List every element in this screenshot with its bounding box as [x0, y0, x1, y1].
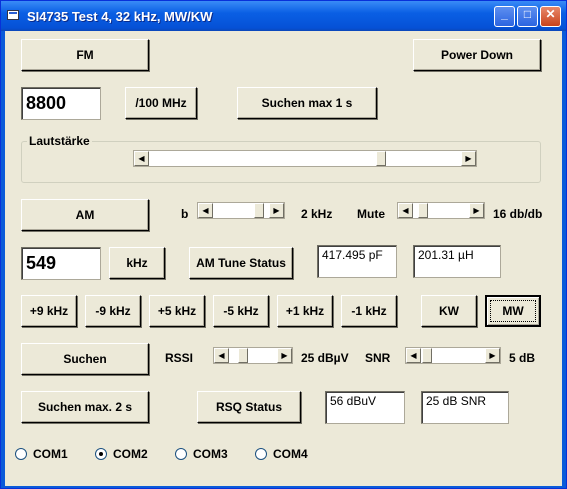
radio-circle-icon[interactable] — [255, 448, 267, 460]
radio-circle-icon[interactable] — [15, 448, 27, 460]
app-icon — [7, 10, 19, 20]
close-button[interactable]: ✕ — [540, 6, 561, 27]
scroll-left-icon[interactable]: ◀ — [198, 203, 213, 218]
scroll-right-icon[interactable]: ▶ — [277, 348, 292, 363]
scroll-left-icon[interactable]: ◀ — [406, 348, 421, 363]
scroll-right-icon[interactable]: ▶ — [461, 151, 476, 166]
mw-button[interactable]: MW — [485, 295, 541, 327]
fm-frequency-field[interactable]: 8800 — [21, 87, 101, 120]
snr-value: 5 dB — [509, 351, 536, 365]
radio-com2[interactable]: COM2 — [95, 447, 148, 461]
rssi-label: RSSI — [165, 351, 194, 365]
am-tune-status-button[interactable]: AM Tune Status — [189, 247, 293, 279]
radio-com4-label: COM4 — [273, 447, 308, 461]
volume-thumb[interactable] — [376, 151, 386, 166]
minimize-button[interactable]: _ — [494, 6, 515, 27]
mute-label: Mute — [357, 207, 385, 221]
radio-com1-label: COM1 — [33, 447, 68, 461]
snr-label: SNR — [365, 351, 391, 365]
mute-value: 16 db/db — [493, 207, 543, 221]
scroll-right-icon[interactable]: ▶ — [485, 348, 500, 363]
main-window: SI4735 Test 4, 32 kHz, MW/KW _ □ ✕ FM Po… — [0, 0, 567, 489]
scroll-left-icon[interactable]: ◀ — [134, 151, 149, 166]
am-button[interactable]: AM — [21, 199, 149, 231]
title-bar[interactable]: SI4735 Test 4, 32 kHz, MW/KW _ □ ✕ — [1, 1, 566, 31]
volume-scrollbar[interactable]: ◀ ▶ — [133, 150, 477, 167]
div100-mhz-button[interactable]: /100 MHz — [125, 87, 197, 119]
rssi-thumb[interactable] — [238, 348, 248, 363]
radio-selected-icon[interactable] — [95, 448, 107, 460]
plus-9-khz-button[interactable]: +9 kHz — [21, 295, 77, 327]
khz-button[interactable]: kHz — [109, 247, 165, 279]
radio-com3[interactable]: COM3 — [175, 447, 228, 461]
window-title: SI4735 Test 4, 32 kHz, MW/KW — [27, 9, 213, 24]
rssi-field[interactable]: 56 dBuV — [325, 391, 405, 424]
minus-5-khz-button[interactable]: -5 kHz — [213, 295, 269, 327]
rssi-value: 25 dBµV — [301, 351, 349, 365]
fm-button[interactable]: FM — [21, 39, 149, 71]
scroll-right-icon[interactable]: ▶ — [269, 203, 284, 218]
maximize-button[interactable]: □ — [517, 6, 538, 27]
bandwidth-value: 2 kHz — [301, 207, 333, 221]
snr-scrollbar[interactable]: ◀ ▶ — [405, 347, 501, 364]
client-area: FM Power Down 8800 /100 MHz Suchen max 1… — [5, 31, 562, 486]
radio-com2-label: COM2 — [113, 447, 148, 461]
volume-group-title: Lautstärke — [27, 134, 92, 148]
radio-com3-label: COM3 — [193, 447, 228, 461]
rssi-scrollbar[interactable]: ◀ ▶ — [213, 347, 293, 364]
radio-com4[interactable]: COM4 — [255, 447, 308, 461]
search-1s-button[interactable]: Suchen max 1 s — [237, 87, 377, 119]
capacitance-field[interactable]: 417.495 pF — [317, 245, 397, 278]
scroll-left-icon[interactable]: ◀ — [398, 203, 413, 218]
power-down-button[interactable]: Power Down — [413, 39, 541, 71]
radio-circle-icon[interactable] — [175, 448, 187, 460]
plus-5-khz-button[interactable]: +5 kHz — [149, 295, 205, 327]
scroll-left-icon[interactable]: ◀ — [214, 348, 229, 363]
minus-9-khz-button[interactable]: -9 kHz — [85, 295, 141, 327]
bandwidth-scrollbar[interactable]: ◀ ▶ — [197, 202, 285, 219]
bandwidth-thumb[interactable] — [254, 203, 264, 218]
inductance-field[interactable]: 201.31 µH — [413, 245, 501, 278]
snr-field[interactable]: 25 dB SNR — [421, 391, 509, 424]
scroll-right-icon[interactable]: ▶ — [469, 203, 484, 218]
kw-button[interactable]: KW — [421, 295, 477, 327]
search-button[interactable]: Suchen — [21, 343, 149, 375]
rsq-status-button[interactable]: RSQ Status — [197, 391, 301, 423]
radio-com1[interactable]: COM1 — [15, 447, 68, 461]
mute-thumb[interactable] — [418, 203, 428, 218]
plus-1-khz-button[interactable]: +1 kHz — [277, 295, 333, 327]
bandwidth-label: b — [181, 207, 189, 221]
am-frequency-field[interactable]: 549 — [21, 247, 101, 280]
snr-thumb[interactable] — [422, 348, 432, 363]
minus-1-khz-button[interactable]: -1 kHz — [341, 295, 397, 327]
mute-scrollbar[interactable]: ◀ ▶ — [397, 202, 485, 219]
search-2s-button[interactable]: Suchen max. 2 s — [21, 391, 149, 423]
